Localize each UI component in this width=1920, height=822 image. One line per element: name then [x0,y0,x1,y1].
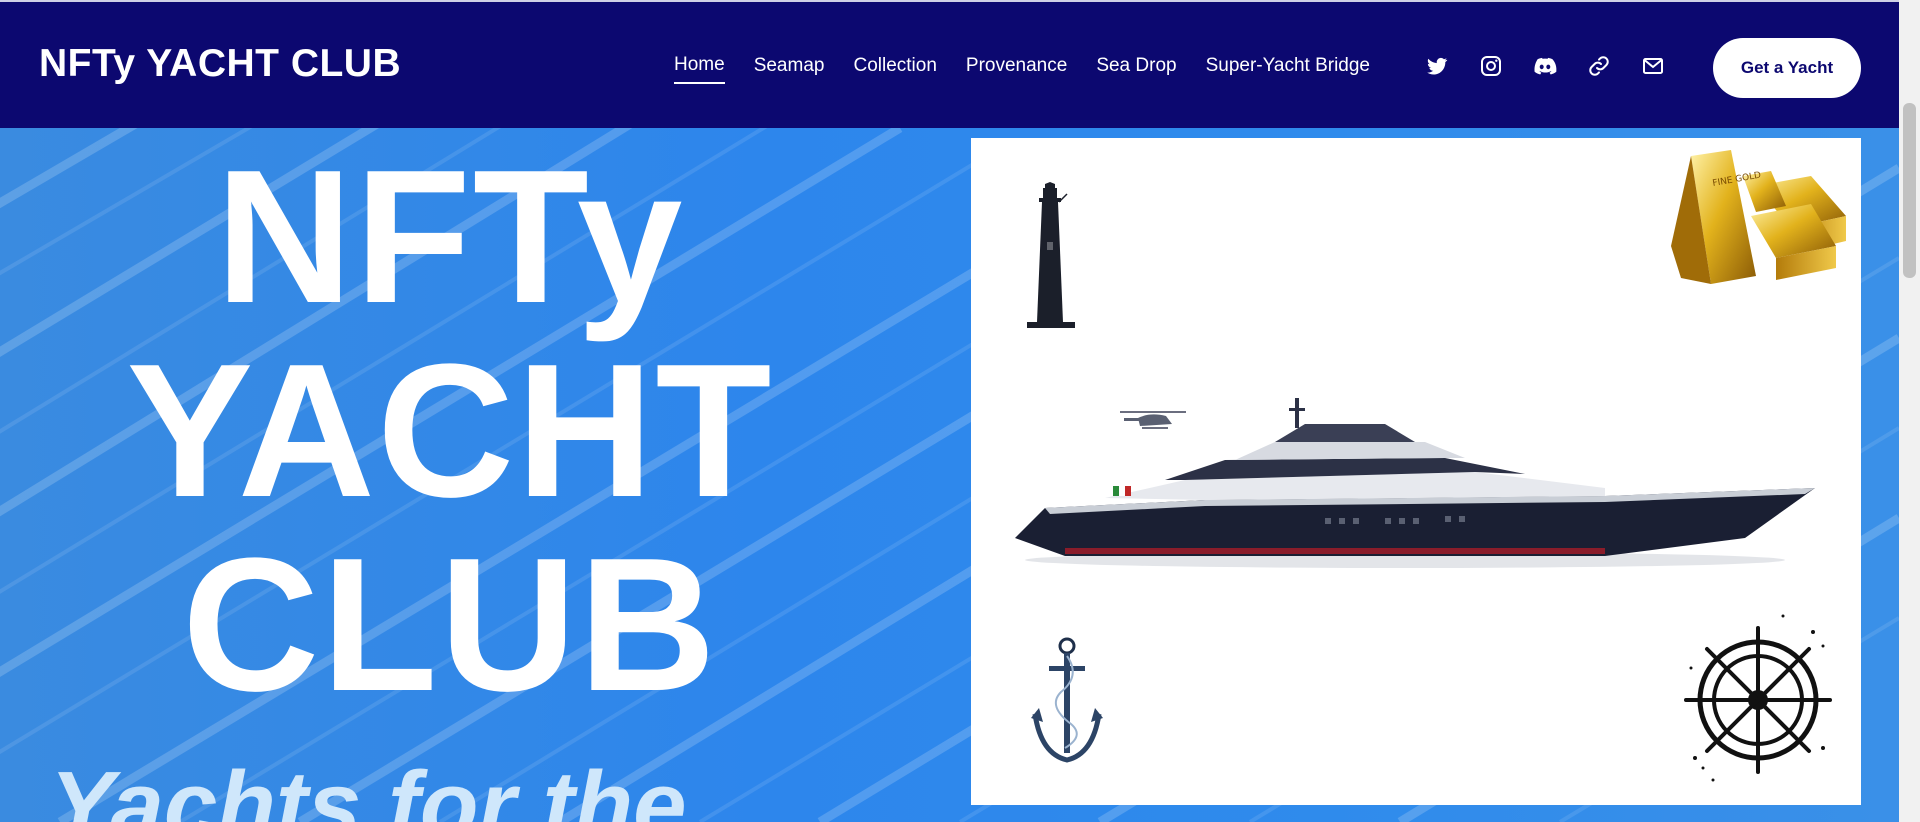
hero-title-line-2: YACHT [126,325,774,537]
main-nav: Home Seamap Collection Provenance Sea Dr… [674,54,1370,84]
gold-bars-image: FINE GOLD [1671,150,1846,284]
twitter-icon[interactable] [1425,54,1449,78]
showcase-card: FINE GOLD [971,138,1861,805]
anchor-image [1031,637,1103,763]
helicopter [1120,411,1186,429]
page: NFTy YACHT CLUB Home Seamap Collection P… [0,0,1920,822]
lighthouse-image [1027,182,1075,328]
nav-sea-drop[interactable]: Sea Drop [1096,55,1176,83]
social-links [1425,54,1665,78]
discord-icon[interactable] [1533,54,1557,78]
nav-provenance[interactable]: Provenance [966,55,1067,83]
hero-title-line-3: CLUB [182,519,718,731]
nav-collection[interactable]: Collection [853,55,936,83]
hero-title-line-1: NFTy [215,131,685,343]
ships-wheel-image [1684,614,1832,782]
link-icon[interactable] [1587,54,1611,78]
hero-subtitle: Yachts for the [50,752,687,822]
instagram-icon[interactable] [1479,54,1503,78]
site-header: NFTy YACHT CLUB Home Seamap Collection P… [0,0,1899,128]
nav-home[interactable]: Home [674,54,725,84]
hero-title: NFTy YACHT CLUB [0,140,900,722]
mail-icon[interactable] [1641,54,1665,78]
get-a-yacht-button[interactable]: Get a Yacht [1713,38,1861,98]
brand-logo[interactable]: NFTy YACHT CLUB [39,42,401,86]
scrollbar-thumb[interactable] [1903,103,1916,278]
superyacht-image [1015,398,1815,568]
nav-super-yacht-bridge[interactable]: Super-Yacht Bridge [1206,55,1370,83]
page-scrollbar[interactable] [1899,0,1920,822]
nav-seamap[interactable]: Seamap [754,55,825,83]
